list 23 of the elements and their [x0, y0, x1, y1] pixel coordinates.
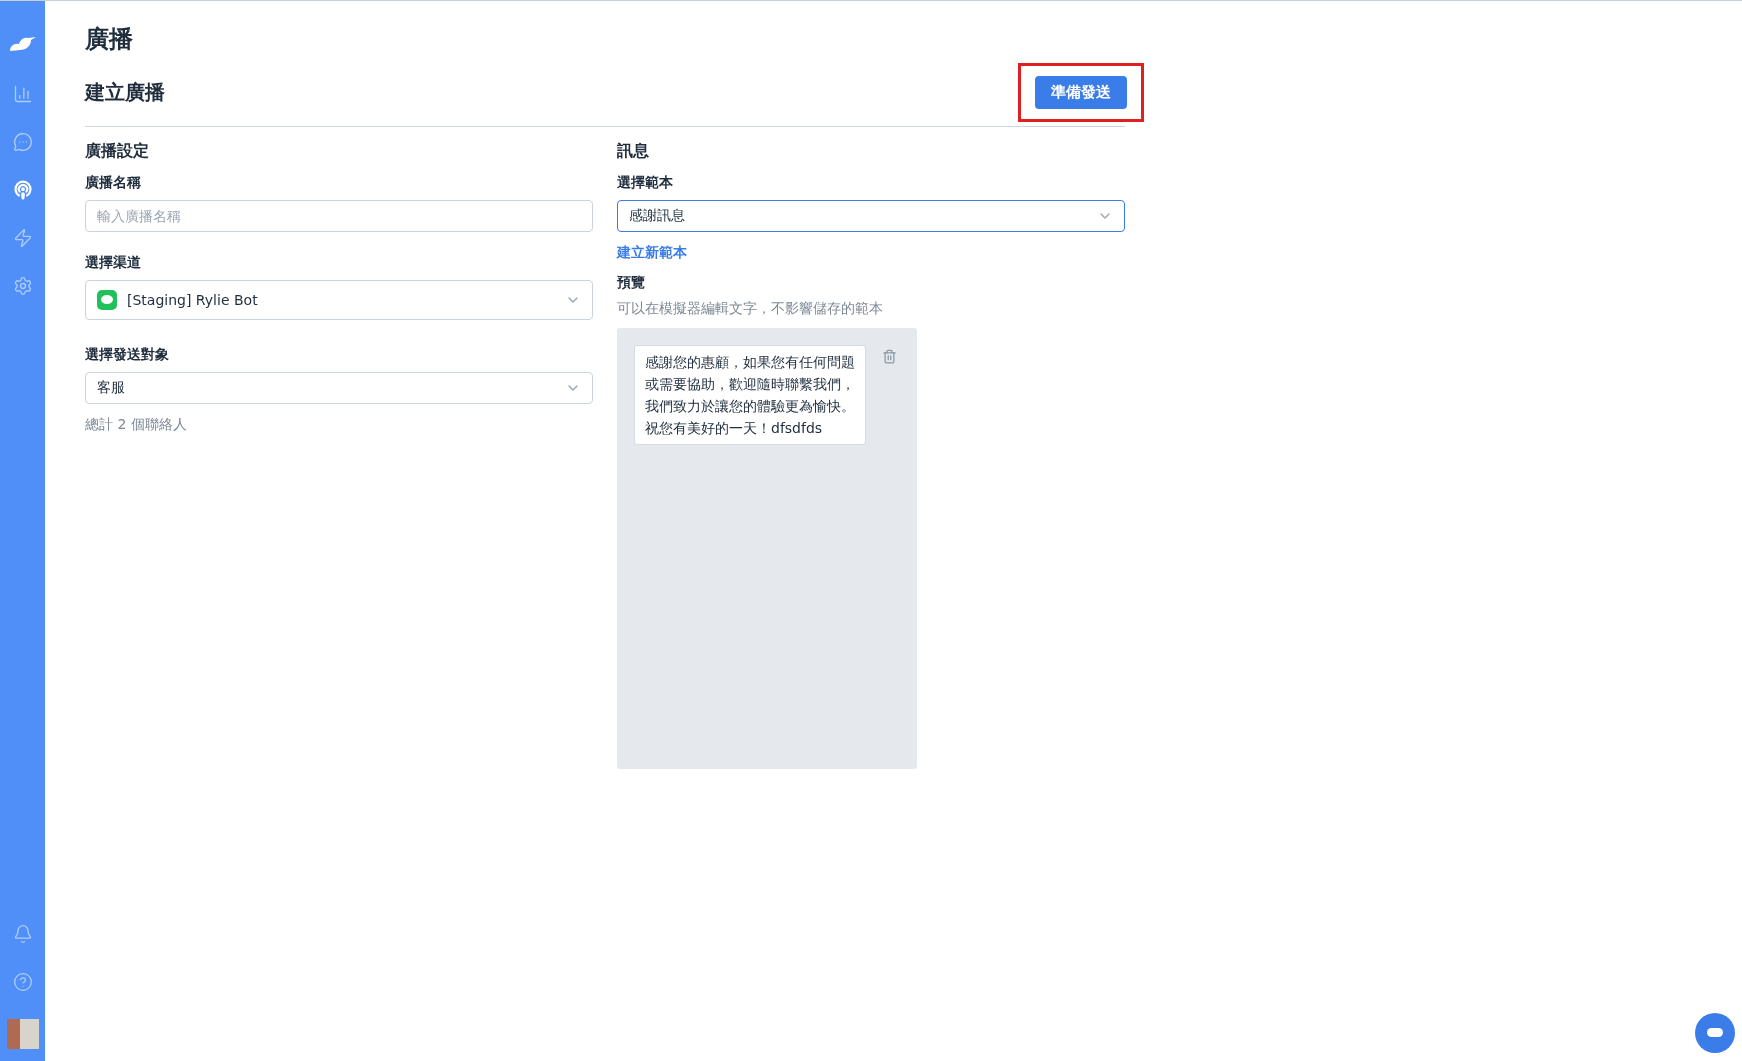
field-label: 選擇範本: [617, 174, 674, 192]
new-template-link[interactable]: 建立新範本: [617, 244, 687, 260]
field-label: 預覽: [617, 274, 646, 292]
field-label: 廣播名稱: [85, 174, 142, 192]
preview-hint: 可以在模擬器編輯文字，不影響儲存的範本: [617, 300, 884, 318]
speech-bubble-icon: [1707, 1028, 1723, 1038]
field-label: 選擇渠道: [85, 254, 142, 272]
section-title: 建立廣播: [85, 79, 165, 106]
chat-app-icon: [97, 290, 117, 310]
name-input[interactable]: 輸入廣播名稱: [85, 200, 593, 232]
contact-count: 總計 2 個聯絡人: [85, 416, 188, 434]
avatar-placeholder[interactable]: [6, 1019, 39, 1049]
send-button[interactable]: 準備發送: [1035, 76, 1127, 109]
delete-icon[interactable]: [882, 349, 897, 364]
channel-select[interactable]: [Staging] Rylie Bot: [85, 280, 593, 320]
field-label: 選擇發送對象: [85, 346, 170, 364]
section-heading: 廣播設定: [85, 141, 150, 162]
page-title: 廣播: [85, 24, 134, 55]
section-heading: 訊息: [617, 141, 650, 162]
message-bubble[interactable]: 感謝您的惠顧，如果您有任何問題 或需要協助，歡迎隨時聯繫我們， 我們致力於讓您的體驗更為愉快。 祝您有美好的一天！dfsdfds: [634, 345, 866, 445]
template-select[interactable]: 感謝訊息: [617, 200, 1125, 232]
chat-widget-button[interactable]: [1695, 1013, 1735, 1053]
audience-select[interactable]: 客服: [85, 372, 593, 404]
